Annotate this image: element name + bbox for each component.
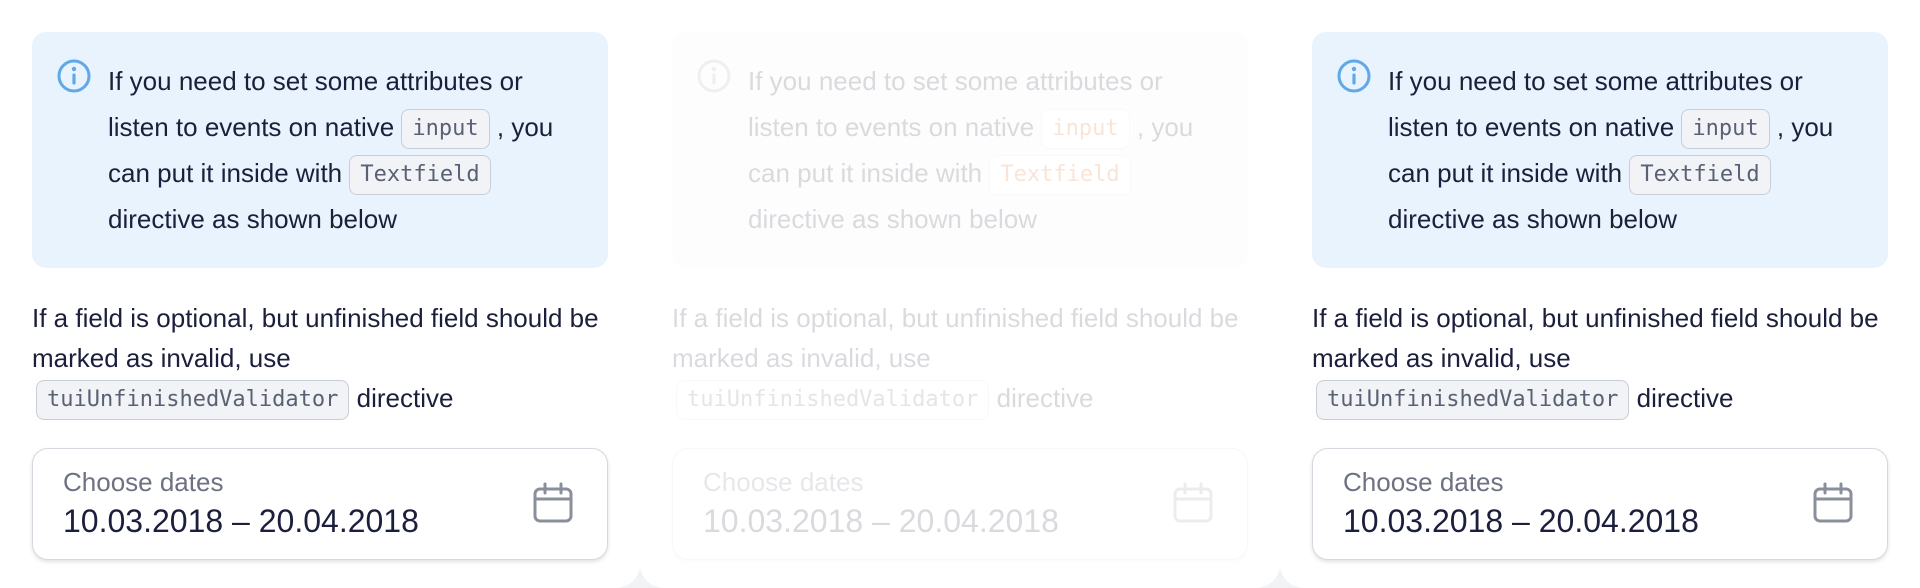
field-value[interactable]: 10.03.2018 – 20.04.2018 — [703, 503, 1059, 540]
date-range-field[interactable]: Choose dates 10.03.2018 – 20.04.2018 — [1312, 448, 1888, 561]
code-input: input — [1681, 109, 1770, 150]
code-textfield: Textfield — [1629, 155, 1771, 196]
field-value[interactable]: 10.03.2018 – 20.04.2018 — [63, 503, 419, 540]
para-text-1: If a field is optional, but unfinished f… — [32, 303, 599, 373]
para-text-2: directive — [356, 383, 454, 413]
field-label: Choose dates — [703, 467, 864, 498]
para-text-2: directive — [1636, 383, 1734, 413]
date-range-field[interactable]: Choose dates 10.03.2018 – 20.04.2018 — [32, 448, 608, 561]
description-paragraph: If a field is optional, but unfinished f… — [1312, 298, 1888, 421]
code-textfield: Textfield — [349, 155, 491, 196]
panel-content: If you need to set some attributes or li… — [32, 32, 608, 561]
info-notice: If you need to set some attributes or li… — [32, 32, 608, 268]
date-range-field[interactable]: Choose dates 10.03.2018 – 20.04.2018 — [672, 448, 1248, 561]
calendar-icon[interactable] — [1811, 481, 1855, 525]
field-label: Choose dates — [63, 467, 224, 498]
info-notice: If you need to set some attributes or li… — [672, 32, 1248, 268]
info-icon — [697, 59, 731, 93]
info-notice: If you need to set some attributes or li… — [1312, 32, 1888, 268]
calendar-icon[interactable] — [1171, 481, 1215, 525]
para-text-1: If a field is optional, but unfinished f… — [1312, 303, 1879, 373]
notice-text-3: directive as shown below — [108, 204, 398, 234]
panel-content: If you need to set some attributes or li… — [1312, 32, 1888, 561]
demo-panel-1: If you need to set some attributes or li… — [0, 0, 640, 588]
field-value[interactable]: 10.03.2018 – 20.04.2018 — [1343, 503, 1699, 540]
field-label: Choose dates — [1343, 467, 1504, 498]
description-paragraph: If a field is optional, but unfinished f… — [672, 298, 1248, 421]
notice-text-3: directive as shown below — [1388, 204, 1678, 234]
demo-panel-2: If you need to set some attributes or li… — [640, 0, 1280, 588]
info-icon — [1337, 59, 1371, 93]
code-validator: tuiUnfinishedValidator — [36, 380, 350, 421]
demo-panel-3: If you need to set some attributes or li… — [1280, 0, 1920, 588]
para-text-2: directive — [996, 383, 1094, 413]
code-validator: tuiUnfinishedValidator — [676, 380, 990, 421]
code-validator: tuiUnfinishedValidator — [1316, 380, 1630, 421]
description-paragraph: If a field is optional, but unfinished f… — [32, 298, 608, 421]
calendar-icon[interactable] — [531, 481, 575, 525]
code-input: input — [401, 109, 490, 150]
info-icon — [57, 59, 91, 93]
notice-text-3: directive as shown below — [748, 204, 1038, 234]
panel-content: If you need to set some attributes or li… — [672, 32, 1248, 561]
code-input: input — [1041, 109, 1130, 150]
code-textfield: Textfield — [989, 155, 1131, 196]
para-text-1: If a field is optional, but unfinished f… — [672, 303, 1239, 373]
